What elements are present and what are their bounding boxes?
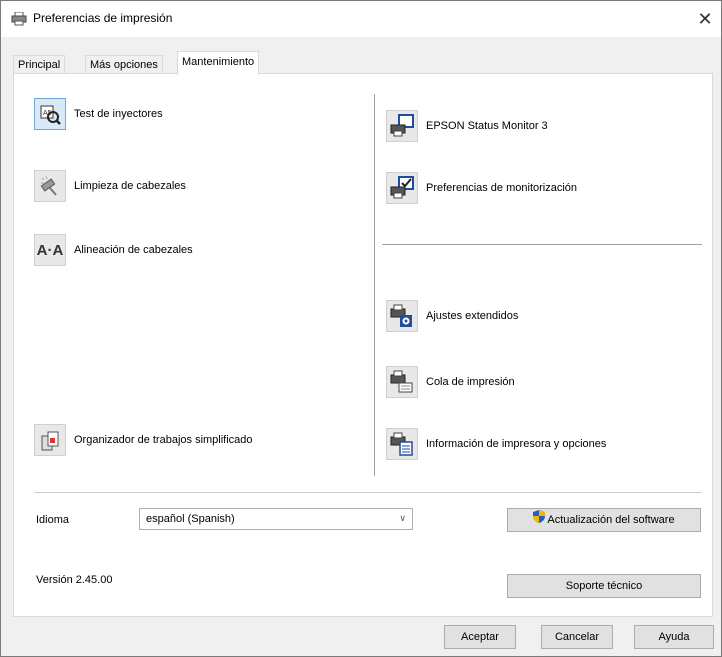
status-monitor-icon [386, 110, 418, 142]
maintenance-panel: A5 Test de inyectores Limpieza de cabeza… [13, 73, 713, 617]
head-alignment-button[interactable]: A·A Alineación de cabezales [34, 234, 193, 266]
job-arranger-icon [34, 424, 66, 456]
extended-settings-icon [386, 300, 418, 332]
printer-icon [11, 11, 27, 26]
nozzle-check-label: Test de inyectores [74, 108, 163, 120]
monitoring-preferences-icon [386, 172, 418, 204]
language-label: Idioma [36, 514, 70, 526]
help-button[interactable]: Ayuda [634, 625, 714, 649]
print-queue-icon [386, 366, 418, 398]
ok-button[interactable]: Aceptar [444, 625, 516, 649]
shield-icon [533, 509, 546, 531]
head-cleaning-button[interactable]: Limpieza de cabezales [34, 170, 186, 202]
chevron-down-icon: ∨ [399, 513, 406, 523]
language-select[interactable]: español (Spanish) ∨ [139, 508, 413, 530]
language-value: español (Spanish) [146, 513, 235, 525]
monitoring-preferences-button[interactable]: Preferencias de monitorización [386, 172, 577, 204]
nozzle-check-icon: A5 [34, 98, 66, 130]
printer-info-label: Información de impresora y opciones [426, 438, 607, 450]
software-update-button[interactable]: Actualización del software [507, 508, 701, 532]
monitoring-preferences-label: Preferencias de monitorización [426, 182, 578, 194]
bottom-separator [34, 492, 702, 493]
head-cleaning-label: Limpieza de cabezales [74, 180, 186, 192]
print-preferences-window: Preferencias de impresión ✕ Principal Má… [0, 0, 722, 657]
job-arranger-label: Organizador de trabajos simplificado [74, 434, 253, 446]
job-arranger-button[interactable]: Organizador de trabajos simplificado [34, 424, 253, 456]
close-button[interactable]: ✕ [689, 1, 721, 37]
head-alignment-label: Alineación de cabezales [74, 244, 193, 256]
print-queue-label: Cola de impresión [426, 376, 515, 388]
print-queue-button[interactable]: Cola de impresión [386, 366, 515, 398]
printer-info-button[interactable]: Información de impresora y opciones [386, 428, 606, 460]
nozzle-check-button[interactable]: A5 Test de inyectores [34, 98, 163, 130]
cancel-button[interactable]: Cancelar [541, 625, 613, 649]
status-monitor-button[interactable]: EPSON Status Monitor 3 [386, 110, 548, 142]
tab-mantenimiento[interactable]: Mantenimiento [177, 51, 260, 75]
head-alignment-icon: A·A [34, 234, 66, 266]
right-section-divider [382, 244, 702, 245]
printer-info-icon [386, 428, 418, 460]
software-update-label: Actualización del software [547, 514, 675, 526]
technical-support-button[interactable]: Soporte técnico [507, 574, 701, 598]
tab-principal[interactable]: Principal [13, 55, 66, 74]
window-title: Preferencias de impresión [33, 11, 173, 25]
tab-mas-opciones[interactable]: Más opciones [85, 55, 163, 74]
extended-settings-label: Ajustes extendidos [426, 310, 519, 322]
version-text: Versión 2.45.00 [36, 574, 113, 586]
extended-settings-button[interactable]: Ajustes extendidos [386, 300, 518, 332]
head-cleaning-icon [34, 170, 66, 202]
column-divider [374, 94, 375, 476]
status-monitor-label: EPSON Status Monitor 3 [426, 120, 548, 132]
title-bar: Preferencias de impresión ✕ [1, 1, 721, 37]
